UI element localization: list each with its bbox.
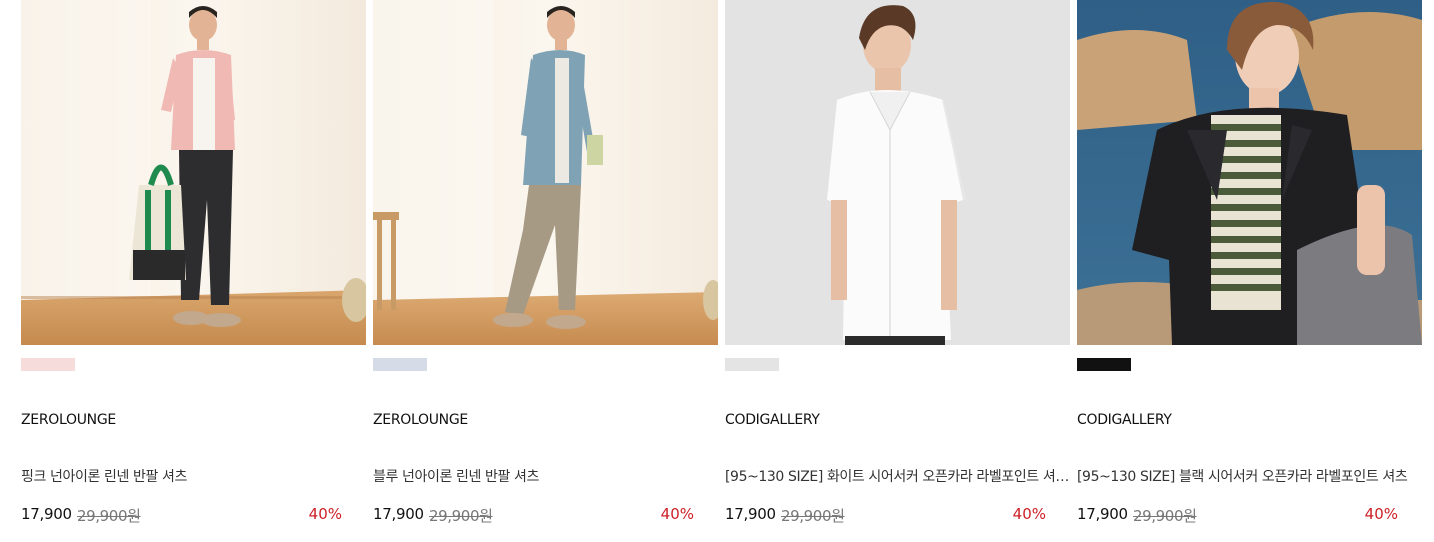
product-card[interactable]: ZEROLOUNGE 핑크 넌아이론 린넨 반팔 셔츠 17,900 29,90… — [21, 0, 366, 542]
product-name[interactable]: 블루 넌아이론 린넨 반팔 셔츠 — [373, 466, 718, 486]
color-swatch[interactable] — [725, 358, 779, 371]
product-photo-black-shirt — [1077, 0, 1422, 345]
product-name[interactable]: [95~130 SIZE] 화이트 시어서커 오픈카라 라벨포인트 셔츠_CD.… — [725, 466, 1070, 486]
color-swatch[interactable] — [21, 358, 75, 371]
product-photo-blue-shirt — [373, 0, 718, 345]
discount-rate: 40% — [660, 505, 694, 523]
product-name[interactable]: [95~130 SIZE] 블랙 시어서커 오픈카라 라벨포인트 셔츠 — [1077, 466, 1422, 486]
original-price: 29,900원 — [429, 507, 493, 525]
product-card[interactable]: ZEROLOUNGE 블루 넌아이론 린넨 반팔 셔츠 17,900 29,90… — [373, 0, 718, 542]
product-image[interactable] — [21, 0, 366, 345]
discount-rate: 40% — [308, 505, 342, 523]
original-price: 29,900원 — [77, 507, 141, 525]
brand-name[interactable]: ZEROLOUNGE — [373, 412, 468, 428]
product-photo-pink-shirt — [21, 0, 366, 345]
product-name[interactable]: 핑크 넌아이론 린넨 반팔 셔츠 — [21, 466, 366, 486]
product-card[interactable]: CODIGALLERY [95~130 SIZE] 화이트 시어서커 오픈카라 … — [725, 0, 1070, 542]
brand-name[interactable]: ZEROLOUNGE — [21, 412, 116, 428]
product-card[interactable]: CODIGALLERY [95~130 SIZE] 블랙 시어서커 오픈카라 라… — [1077, 0, 1422, 542]
product-image[interactable] — [1077, 0, 1422, 345]
original-price: 29,900원 — [1133, 507, 1197, 525]
sale-price: 17,900 — [373, 505, 424, 523]
sale-price: 17,900 — [725, 505, 776, 523]
discount-rate: 40% — [1364, 505, 1398, 523]
sale-price: 17,900 — [21, 505, 72, 523]
sale-price: 17,900 — [1077, 505, 1128, 523]
product-photo-white-shirt — [725, 0, 1070, 345]
color-swatch[interactable] — [373, 358, 427, 371]
brand-name[interactable]: CODIGALLERY — [1077, 412, 1172, 428]
product-image[interactable] — [373, 0, 718, 345]
product-image[interactable] — [725, 0, 1070, 345]
color-swatch[interactable] — [1077, 358, 1131, 371]
discount-rate: 40% — [1012, 505, 1046, 523]
original-price: 29,900원 — [781, 507, 845, 525]
brand-name[interactable]: CODIGALLERY — [725, 412, 820, 428]
